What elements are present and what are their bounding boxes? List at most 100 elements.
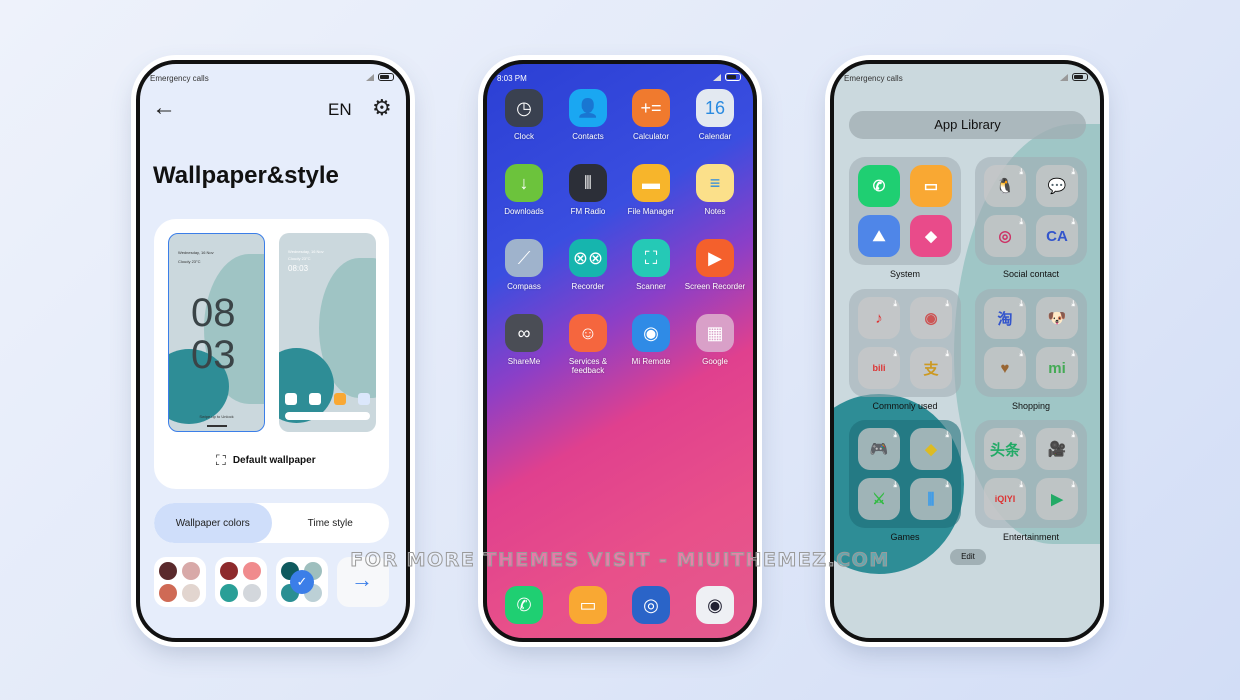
video-camera-icon[interactable]: 🎥 ⤓ [1036,428,1078,470]
app-label: Mi Remote [631,357,671,366]
checkmark-icon: ✓ [290,570,314,594]
notes-icon: ≡ [696,164,734,202]
app-clock[interactable]: ◷ Clock [492,89,556,141]
folder-social-contact[interactable]: 🐧 ⤓ 💬 ⤓ ◎ ⤓ CA ⤓ [975,157,1087,265]
phone-icon[interactable]: ✆ [858,165,900,207]
download-icon: ⤓ [893,430,897,439]
pinduoduo-icon[interactable]: ♥ ⤓ [984,347,1026,389]
app-calculator[interactable]: += Calculator [619,89,683,141]
battery-icon [1072,73,1088,81]
folder-commonly-used[interactable]: ♪ ⤓ ◉ ⤓ bili ⤓ 支 ⤓ [849,289,961,397]
download-icon: ⤓ [893,299,897,308]
google-folder-icon: ▦ [696,314,734,352]
status-time: 8:03 PM [497,73,527,83]
dock-camera[interactable]: ◉ [683,586,747,624]
messages-icon[interactable]: ▭ [910,165,952,207]
app-calendar[interactable]: 16 Calendar [683,89,747,141]
pubg-icon[interactable]: ◆ ⤓ [910,428,952,470]
app-radio[interactable]: ⦀ FM Radio [556,164,620,216]
app-glyph: iQIYI [994,494,1016,504]
gear-icon[interactable]: ⚙ [372,95,392,121]
app-glyph: 🐧 [995,178,1015,195]
jd-icon[interactable]: 🐶 ⤓ [1036,297,1078,339]
default-wallpaper-button[interactable]: ⛶ Default wallpaper [216,452,316,469]
download-icon: ↓ [505,164,543,202]
folder-label: Commonly used [872,401,938,411]
app-notes[interactable]: ≡ Notes [683,164,747,216]
gallery-icon[interactable]: ⛰ [858,215,900,257]
wallpaper-preview-card: Wednesday, 16 Nov Cloudy 23°C 08 03 Swip… [154,219,389,489]
phone-icon: ✆ [505,586,543,624]
lock-screen-preview[interactable]: Wednesday, 16 Nov Cloudy 23°C 08 03 Swip… [168,233,265,432]
app-folder[interactable]: ▬ File Manager [619,164,683,216]
dock-messages[interactable]: ▭ [556,586,620,624]
calculator-icon: += [632,89,670,127]
app-library-header[interactable]: App Library [849,111,1086,139]
app-glyph: ♪ [875,309,883,327]
battery-icon [725,73,741,81]
status-bar: Emergency calls [150,72,394,84]
app-glyph: 淘 [997,310,1013,328]
folder-label: Games [890,532,920,542]
screen-recorder-icon: ▶ [696,239,734,277]
tab-wallpaper-colors[interactable]: Wallpaper colors [154,503,272,543]
taobao-icon[interactable]: 淘 ⤓ [984,297,1026,339]
app-label: Calendar [698,132,732,141]
app-glyph: 头条 [989,441,1020,459]
download-icon: ⤓ [1071,349,1075,358]
home-screen-preview[interactable]: Wednesday, 16 Nov Cloudy 23°C 08:03 [279,233,376,432]
folder-system[interactable]: ✆ ▭ ⛰ ◆ [849,157,961,265]
themes-icon[interactable]: ◆ [910,215,952,257]
alipay-icon[interactable]: 支 ⤓ [910,347,952,389]
bilibili-icon[interactable]: bili ⤓ [858,347,900,389]
iqiyi-icon[interactable]: iQIYI ⤓ [984,478,1026,520]
download-icon: ⤓ [1071,299,1075,308]
app-contacts[interactable]: 👤 Contacts [556,89,620,141]
tab-time-style[interactable]: Time style [272,503,390,543]
app-feedback[interactable]: ☺ Services & feedback [556,314,620,375]
app-recorder[interactable]: ⊗⊗ Recorder [556,239,620,291]
app-compass[interactable]: ⟋ Compass [492,239,556,291]
dock-chrome[interactable]: ◎ [619,586,683,624]
folder-games[interactable]: 🎮 ⤓ ◆ ⤓ ⚔ ⤓ ⫼ ⤓ [849,420,961,528]
app-glyph: ⛰ [872,227,886,245]
preview-minute: 03 [191,333,236,377]
recorder-icon: ⊗⊗ [569,239,607,277]
back-arrow-icon[interactable]: ← [152,94,176,122]
folder-label: Shopping [1011,401,1051,411]
preview-date: Wednesday, 16 Nov [178,250,214,255]
clock-icon: ◷ [505,89,543,127]
wechat-icon[interactable]: 💬 ⤓ [1036,165,1078,207]
dock-phone[interactable]: ✆ [492,586,556,624]
folder-shopping[interactable]: 淘 ⤓ 🐶 ⤓ ♥ ⤓ mi ⤓ [975,289,1087,397]
app-screen-recorder[interactable]: ▶ Screen Recorder [683,239,747,291]
folder-label: Social contact [1002,269,1060,279]
weibo-icon[interactable]: ◎ ⤓ [984,215,1026,257]
mi-store-icon[interactable]: mi ⤓ [1036,347,1078,389]
honor-of-kings-icon[interactable]: ⚔ ⤓ [858,478,900,520]
app-remote[interactable]: ◉ Mi Remote [619,314,683,366]
qq-icon[interactable]: 🐧 ⤓ [984,165,1026,207]
folder-icon: ▬ [632,164,670,202]
folder-entertainment[interactable]: 头条 ⤓ 🎥 ⤓ iQIYI ⤓ ▶ ⤓ [975,420,1087,528]
signal-icon [1060,74,1068,81]
game-center-icon[interactable]: 🎮 ⤓ [858,428,900,470]
app-shareme[interactable]: ∞ ShareMe [492,314,556,366]
language-button[interactable]: EN [328,100,352,120]
app-scanner[interactable]: ⛶ Scanner [619,239,683,291]
toutiao-icon[interactable]: 头条 ⤓ [984,428,1026,470]
download-icon: ⤓ [1071,480,1075,489]
tiktok-icon[interactable]: ♪ ⤓ [858,297,900,339]
signal-icon [366,74,374,81]
netease-music-icon[interactable]: ◉ ⤓ [910,297,952,339]
app-label: Clock [513,132,534,141]
status-text: Emergency calls [150,73,209,83]
shareme-icon: ∞ [505,314,543,352]
podcasts-icon[interactable]: ⫼ ⤓ [910,478,952,520]
ca-icon[interactable]: CA ⤓ [1036,215,1078,257]
app-google-folder[interactable]: ▦ Google [683,314,747,366]
preview-hint: Swipe up to Unlock [199,414,234,419]
tencent-video-icon[interactable]: ▶ ⤓ [1036,478,1078,520]
download-icon: ⤓ [1019,349,1023,358]
app-download[interactable]: ↓ Downloads [492,164,556,216]
